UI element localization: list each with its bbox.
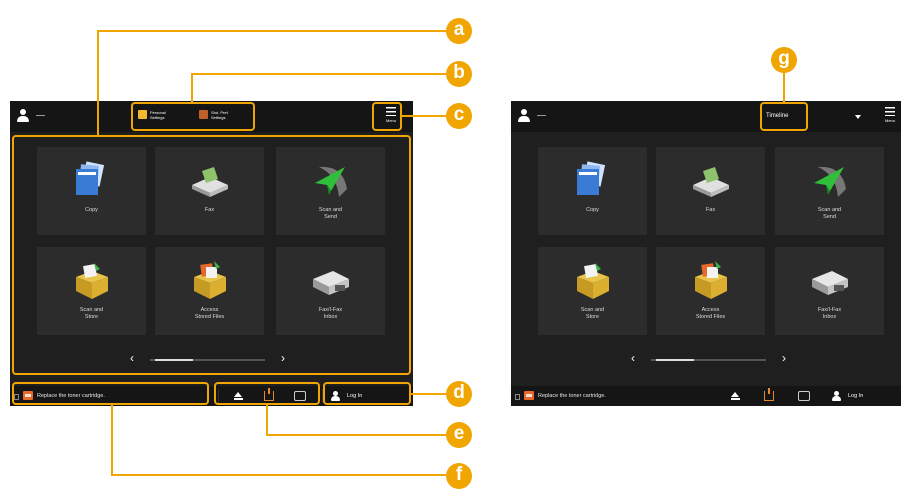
callout-g: g: [771, 47, 797, 73]
status-bar: Replace the toner cartridge. Log In: [511, 386, 901, 406]
highlight-e: [214, 382, 320, 405]
leader-b: [191, 73, 193, 102]
toner-warning-icon: [524, 391, 534, 400]
leader-a: [97, 30, 448, 32]
status-monitor-icon[interactable]: [764, 388, 774, 401]
tile-fax-ifax-inbox[interactable]: Fax/I-Fax Inbox: [775, 247, 884, 335]
highlight-a: [12, 135, 411, 375]
leader-e: [266, 404, 268, 436]
status-indicator-icon: [515, 394, 520, 400]
leader-c: [401, 115, 448, 117]
callout-e: e: [446, 422, 472, 448]
scan-send-icon: [814, 166, 846, 197]
fax-icon: [693, 167, 729, 197]
callout-a: a: [446, 18, 472, 44]
right-home-screen: Timeline Menu Copy Fax Scan and Send Sca…: [511, 101, 901, 406]
user-icon[interactable]: [16, 109, 30, 123]
pager-next-button[interactable]: ›: [782, 351, 786, 365]
login-icon[interactable]: [832, 391, 842, 401]
leader-b: [191, 73, 448, 75]
status-message[interactable]: Replace the toner cartridge.: [538, 393, 606, 399]
callout-d: d: [446, 381, 472, 407]
leader-a: [97, 30, 99, 135]
tile-copy[interactable]: Copy: [538, 147, 647, 235]
eject-icon[interactable]: [731, 392, 740, 400]
tile-scan-and-store[interactable]: Scan and Store: [538, 247, 647, 335]
scan-store-icon: [577, 263, 609, 299]
leader-f: [111, 404, 113, 476]
copy-icon: [577, 161, 606, 195]
tile-access-stored-files[interactable]: Access Stored Files: [656, 247, 765, 335]
highlight-c: [372, 102, 402, 131]
highlight-g: [760, 102, 808, 131]
fax-inbox-icon: [812, 271, 848, 295]
leader-e: [266, 434, 448, 436]
menu-button[interactable]: Menu: [879, 103, 901, 129]
login-button-label[interactable]: Log In: [848, 393, 863, 399]
pager-thumb: [656, 359, 694, 361]
callout-c: c: [446, 103, 472, 129]
highlight-d: [323, 382, 411, 405]
tile-scan-and-send[interactable]: Scan and Send: [775, 147, 884, 235]
user-icon[interactable]: [517, 109, 531, 123]
chevron-down-icon[interactable]: [855, 115, 861, 119]
callout-f: f: [446, 463, 472, 489]
user-name: [537, 115, 546, 116]
access-files-icon: [695, 261, 727, 299]
leader-f: [111, 474, 448, 476]
callout-b: b: [446, 61, 472, 87]
tile-fax[interactable]: Fax: [656, 147, 765, 235]
menu-icon: [885, 107, 895, 116]
highlight-f: [12, 382, 209, 405]
pager-prev-button[interactable]: ‹: [631, 351, 635, 365]
leader-d: [410, 393, 448, 395]
leader-g: [783, 72, 785, 102]
device-switch-icon[interactable]: [798, 391, 810, 401]
highlight-b: [131, 102, 255, 131]
user-name: [36, 115, 45, 116]
top-bar: Timeline Menu: [511, 101, 901, 132]
